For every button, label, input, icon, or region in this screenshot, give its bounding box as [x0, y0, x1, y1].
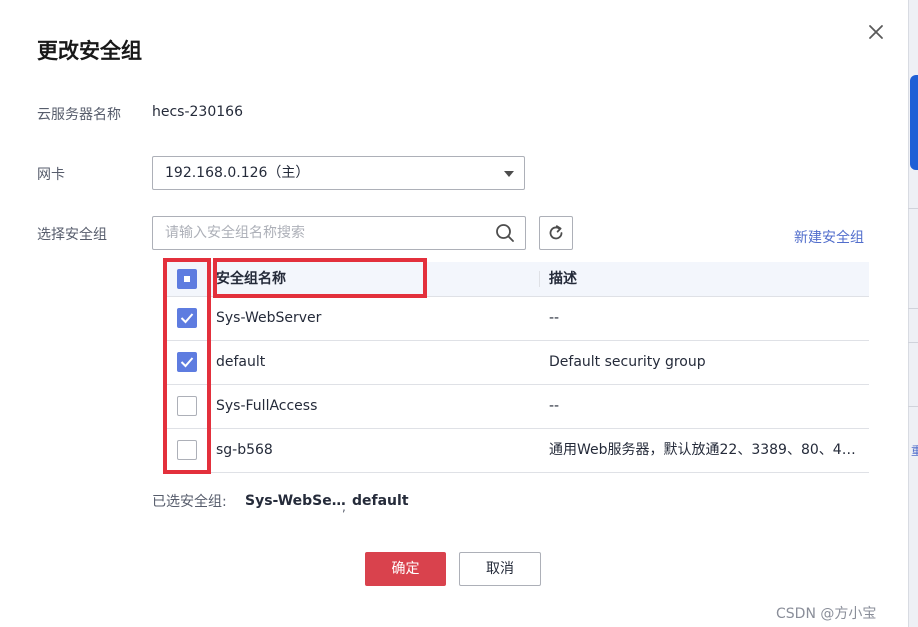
security-group-description: --: [549, 310, 560, 326]
search-input[interactable]: [153, 217, 483, 249]
background-banner: [910, 75, 918, 170]
background-text: 重: [911, 444, 918, 458]
cancel-button[interactable]: 取消: [459, 552, 541, 586]
security-group-description: 通用Web服务器，默认放通22、3389、80、443端口和ICMP协议。适用于…: [549, 442, 859, 458]
selected-group-item: Sys-WebSe…: [245, 493, 346, 509]
table-row[interactable]: Sys-FullAccess --: [164, 385, 869, 429]
server-name-label: 云服务器名称: [37, 107, 121, 123]
background-divider: [908, 342, 918, 343]
create-security-group-link[interactable]: 新建安全组: [794, 227, 864, 247]
refresh-button[interactable]: [539, 216, 573, 250]
selected-separator: ,: [342, 500, 346, 514]
security-group-description: --: [549, 398, 560, 414]
checkbox-highlight-box: [163, 258, 211, 474]
security-group-description: Default security group: [549, 354, 706, 370]
security-group-label: 选择安全组: [37, 227, 107, 243]
nic-select-value: 192.168.0.126（主）: [165, 165, 310, 181]
security-group-name: default: [216, 354, 266, 370]
close-icon[interactable]: [866, 22, 886, 42]
confirm-button[interactable]: 确定: [365, 552, 446, 586]
dialog-title: 更改安全组: [37, 39, 142, 63]
nic-label: 网卡: [37, 167, 65, 183]
security-group-search: [152, 216, 526, 250]
refresh-icon: [549, 225, 563, 240]
nic-select[interactable]: 192.168.0.126（主）: [152, 156, 525, 190]
name-column-highlight-box: [213, 258, 427, 298]
security-group-name: sg-b568: [216, 442, 273, 458]
background-divider: [908, 208, 918, 209]
column-header-description: 描述: [549, 271, 577, 287]
security-group-name: Sys-FullAccess: [216, 398, 318, 414]
security-group-name: Sys-WebServer: [216, 310, 322, 326]
column-divider: [539, 271, 540, 287]
change-security-group-dialog: 更改安全组 云服务器名称 hecs-230166 网卡 192.168.0.12…: [0, 0, 908, 627]
watermark: CSDN @方小宝: [776, 606, 877, 622]
server-name-value: hecs-230166: [152, 104, 243, 120]
selected-group-item: default: [352, 493, 409, 509]
search-icon[interactable]: [495, 223, 515, 243]
chevron-down-icon: [504, 171, 514, 177]
background-divider: [908, 406, 918, 407]
selected-groups-label: 已选安全组:: [152, 494, 227, 510]
background-divider: [908, 308, 918, 309]
table-row[interactable]: default Default security group: [164, 341, 869, 385]
table-row[interactable]: Sys-WebServer --: [164, 297, 869, 341]
table-row[interactable]: sg-b568 通用Web服务器，默认放通22、3389、80、443端口和IC…: [164, 429, 869, 473]
